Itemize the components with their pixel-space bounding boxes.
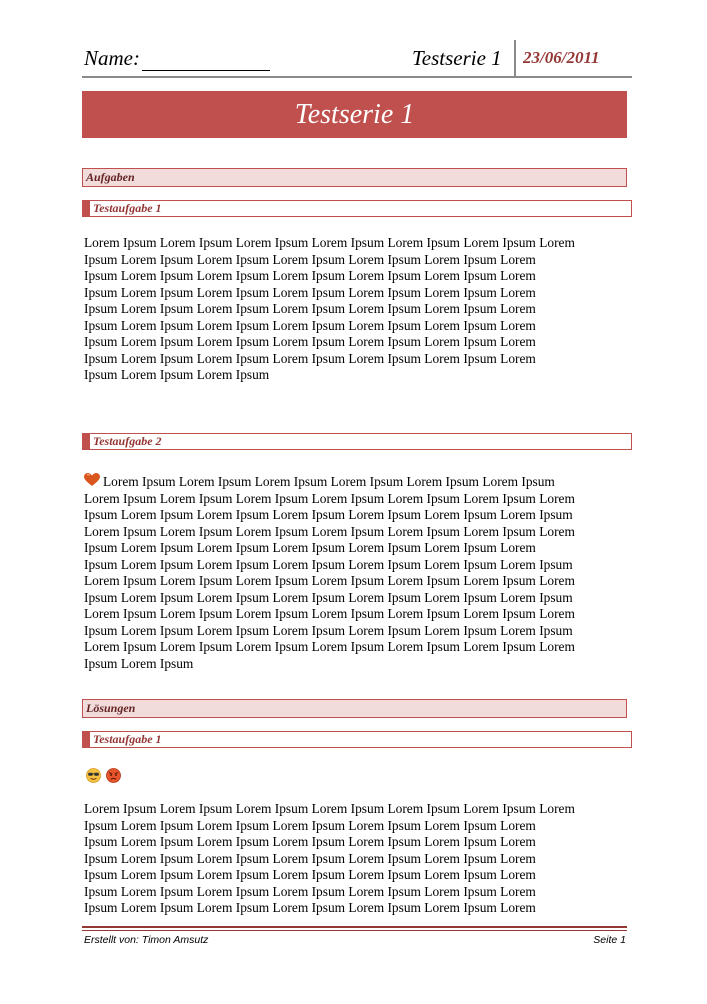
text-line: Ipsum Lorem Ipsum Lorem Ipsum Lorem Ipsu… [84,301,536,316]
text-line: Ipsum Lorem Ipsum Lorem Ipsum Lorem Ipsu… [84,334,536,349]
text-line: Ipsum Lorem Ipsum Lorem Ipsum Lorem Ipsu… [84,556,573,572]
text-line: Lorem Ipsum Lorem Ipsum Lorem Ipsum Lore… [84,473,619,491]
footer-author: Erstellt von: Timon Amsutz [84,934,209,946]
subheading-task2: Testaufgabe 2 [82,433,632,450]
task2-first-line-text: Lorem Ipsum Lorem Ipsum Lorem Ipsum Lore… [103,474,555,489]
subheading-marker [83,200,90,217]
subheading-task1: Testaufgabe 1 [82,200,632,217]
text-line: Ipsum Lorem Ipsum Lorem Ipsum Lorem Ipsu… [84,622,573,638]
text-line: Ipsum Lorem Ipsum Lorem Ipsum Lorem Ipsu… [84,540,536,555]
text-line: Ipsum Lorem Ipsum Lorem Ipsum Lorem Ipsu… [84,883,536,899]
text-line: Ipsum Lorem Ipsum Lorem Ipsum Lorem Ipsu… [84,268,536,283]
page-header: Name: Testserie 1 23/06/2011 [82,38,632,78]
name-blank-line [142,52,270,71]
text-line: Ipsum Lorem Ipsum Lorem Ipsum Lorem Ipsu… [84,817,536,833]
text-line: Ipsum Lorem Ipsum Lorem Ipsum Lorem Ipsu… [84,589,573,605]
name-label: Name: [84,46,140,70]
text-line: Ipsum Lorem Ipsum Lorem Ipsum [84,367,270,382]
text-line: Lorem Ipsum Lorem Ipsum Lorem Ipsum Lore… [84,490,575,506]
footer-rule-thin [82,930,627,931]
text-line: Ipsum Lorem Ipsum Lorem Ipsum Lorem Ipsu… [84,507,573,522]
heart-icon [84,473,100,486]
subheading-label: Testaufgabe 1 [93,201,162,215]
section-heading-solutions: Lösungen [82,699,627,718]
header-divider [514,40,516,76]
section-heading-tasks: Aufgaben [82,168,627,187]
text-line: Ipsum Lorem Ipsum Lorem Ipsum Lorem Ipsu… [84,251,536,267]
document-title: Testserie 1 [82,91,627,138]
text-line: Ipsum Lorem Ipsum Lorem Ipsum Lorem Ipsu… [84,317,536,333]
text-line: Lorem Ipsum Lorem Ipsum Lorem Ipsum Lore… [84,606,575,621]
text-line: Ipsum Lorem Ipsum Lorem Ipsum Lorem Ipsu… [84,284,536,300]
name-field: Name: [84,46,270,71]
footer-rule-thick [82,926,627,928]
subheading-marker [83,731,90,748]
footer-page-number: Seite 1 [593,934,626,946]
cool-face-icon [86,768,101,783]
subheading-marker [83,433,90,450]
text-line: Lorem Ipsum Lorem Ipsum Lorem Ipsum Lore… [84,639,575,654]
text-line: Lorem Ipsum Lorem Ipsum Lorem Ipsum Lore… [84,235,575,250]
task1-paragraph: Lorem Ipsum Lorem Ipsum Lorem Ipsum Lore… [84,235,619,384]
subheading-label: Testaufgabe 2 [93,434,162,448]
text-line: Ipsum Lorem Ipsum Lorem Ipsum Lorem Ipsu… [84,834,536,849]
angry-face-icon [106,768,121,783]
text-line: Ipsum Lorem Ipsum [84,655,194,671]
text-line: Lorem Ipsum Lorem Ipsum Lorem Ipsum Lore… [84,801,575,816]
header-date: 23/06/2011 [523,48,600,67]
text-line: Ipsum Lorem Ipsum Lorem Ipsum Lorem Ipsu… [84,850,536,866]
subheading-solution1: Testaufgabe 1 [82,731,632,748]
text-line: Lorem Ipsum Lorem Ipsum Lorem Ipsum Lore… [84,523,575,539]
task2-paragraph: Lorem Ipsum Lorem Ipsum Lorem Ipsum Lore… [84,473,619,672]
text-line: Lorem Ipsum Lorem Ipsum Lorem Ipsum Lore… [84,573,575,588]
emoji-row [86,768,122,784]
text-line: Ipsum Lorem Ipsum Lorem Ipsum Lorem Ipsu… [84,867,536,882]
text-line: Ipsum Lorem Ipsum Lorem Ipsum Lorem Ipsu… [84,900,536,915]
header-series-title: Testserie 1 [412,46,502,70]
solution1-paragraph: Lorem Ipsum Lorem Ipsum Lorem Ipsum Lore… [84,801,619,917]
text-line: Ipsum Lorem Ipsum Lorem Ipsum Lorem Ipsu… [84,350,536,366]
subheading-label: Testaufgabe 1 [93,732,162,746]
